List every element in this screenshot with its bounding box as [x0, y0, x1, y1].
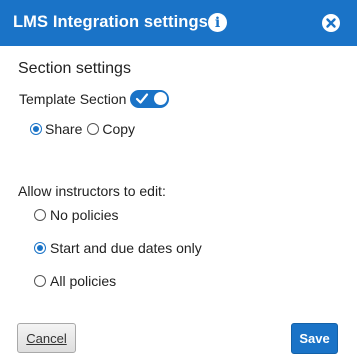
- dialog-header: LMS Integration settings i: [0, 0, 357, 46]
- template-section-label: Template Section: [19, 91, 127, 107]
- copy-option[interactable]: Copy: [87, 121, 135, 137]
- all-policies-radio[interactable]: [34, 275, 46, 287]
- share-radio[interactable]: [30, 123, 42, 135]
- dialog-title: LMS Integration settings: [13, 13, 208, 31]
- policy-option-dates[interactable]: Start and due dates only: [34, 240, 202, 256]
- checkmark-icon: [136, 93, 149, 104]
- share-label: Share: [45, 121, 83, 137]
- all-policies-label: All policies: [50, 273, 117, 289]
- share-option[interactable]: Share: [30, 121, 82, 137]
- info-icon[interactable]: i: [208, 13, 227, 32]
- no-policies-radio[interactable]: [34, 209, 46, 221]
- policy-option-none[interactable]: No policies: [34, 207, 118, 223]
- share-copy-group: Share Copy: [30, 121, 135, 137]
- toggle-knob: [154, 92, 168, 105]
- copy-radio[interactable]: [87, 123, 100, 135]
- cancel-button[interactable]: Cancel: [17, 323, 76, 353]
- allow-instructors-label: Allow instructors to edit:: [18, 183, 166, 199]
- save-button[interactable]: Save: [291, 323, 338, 354]
- copy-label: Copy: [102, 121, 136, 137]
- template-section-row: Template Section: [19, 90, 170, 108]
- policy-option-all[interactable]: All policies: [34, 273, 116, 289]
- template-section-toggle[interactable]: [130, 90, 170, 108]
- dates-only-label: Start and due dates only: [50, 240, 202, 256]
- no-policies-label: No policies: [50, 207, 119, 223]
- section-settings-heading: Section settings: [18, 60, 131, 77]
- dates-only-radio[interactable]: [34, 242, 46, 254]
- close-icon[interactable]: [322, 14, 340, 32]
